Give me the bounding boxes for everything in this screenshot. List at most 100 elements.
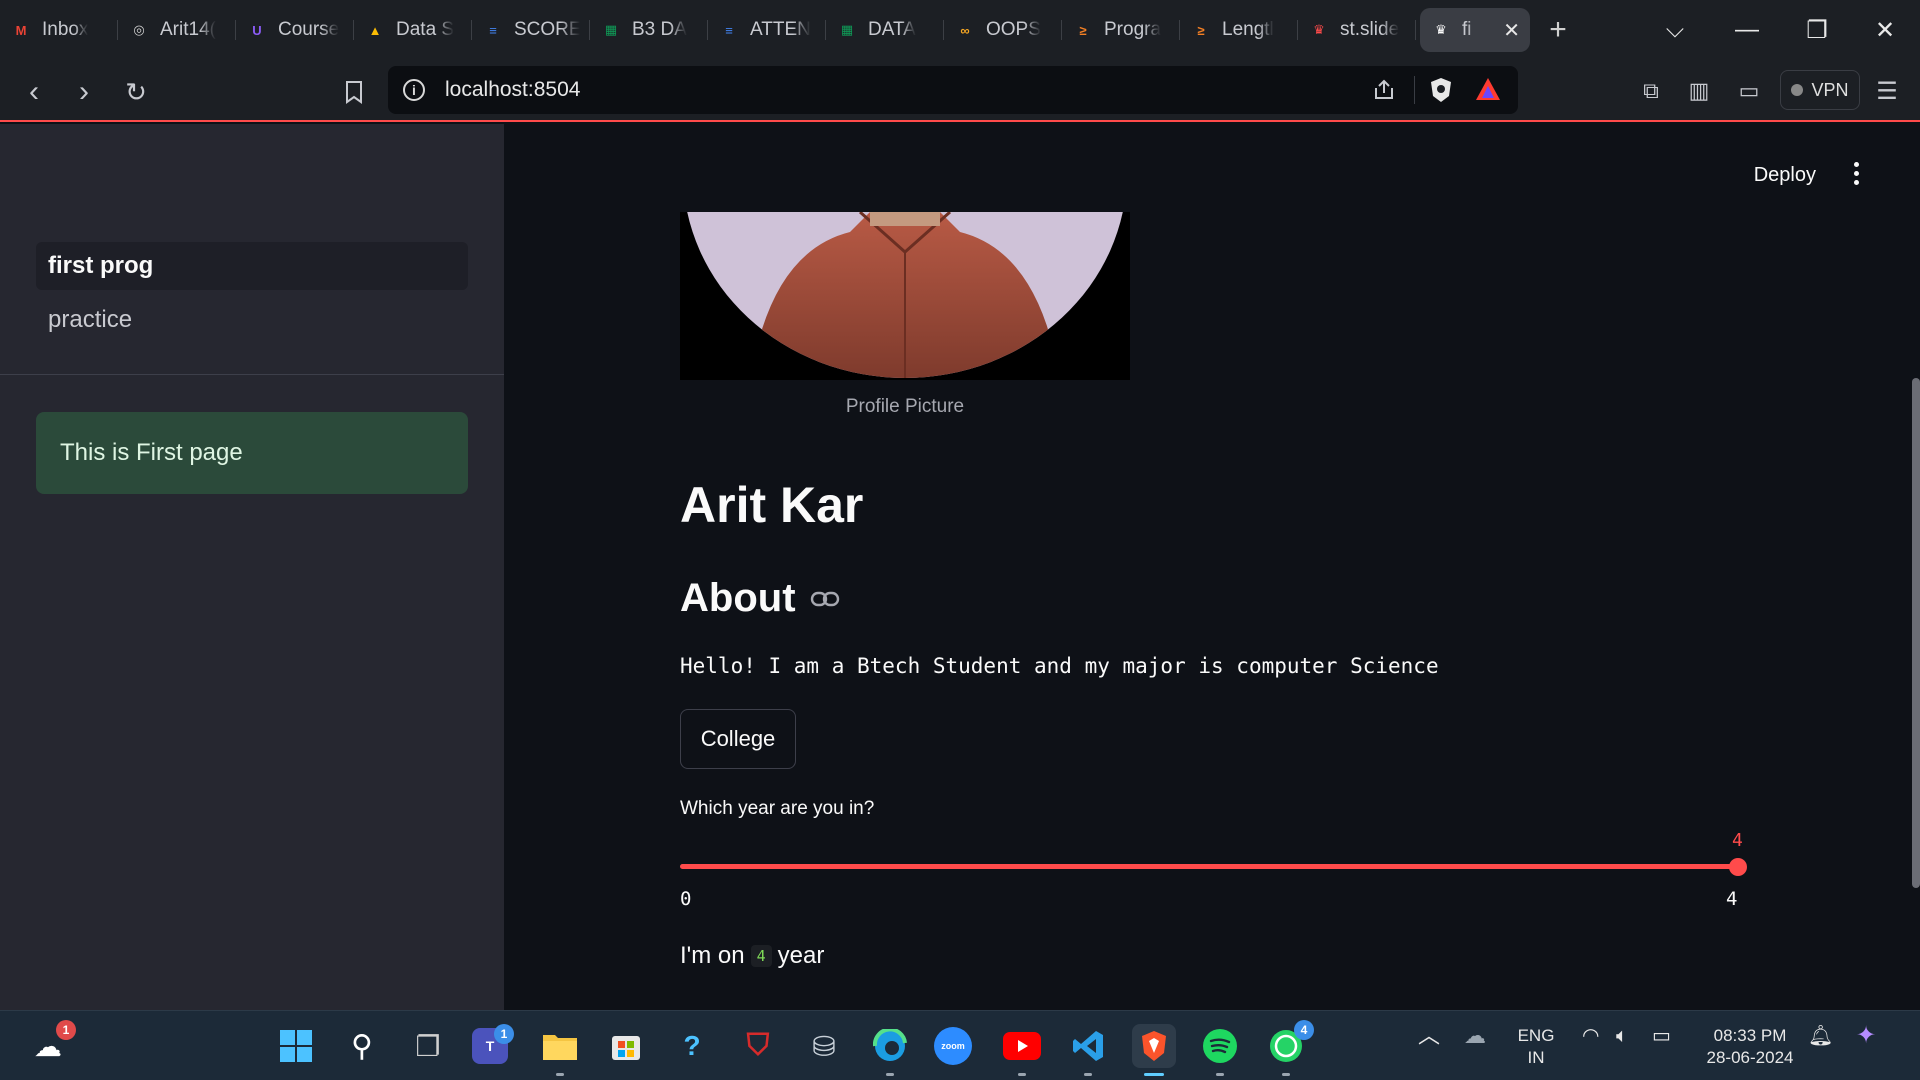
browser-tab[interactable]: ◎ Arit14( xyxy=(118,8,236,52)
input-language-indicator[interactable]: ENG IN xyxy=(1514,1025,1558,1069)
anchor-link-icon[interactable] xyxy=(810,590,840,608)
brave-rewards-icon[interactable] xyxy=(1474,76,1502,107)
windows-logo-icon xyxy=(280,1030,312,1062)
google-docs-icon: ≡ xyxy=(489,22,497,38)
tab-label: Lengtl xyxy=(1222,19,1274,40)
reload-button[interactable]: ↻ xyxy=(118,74,154,110)
url-text[interactable]: localhost:8504 xyxy=(445,78,580,102)
sidebar-toggle-icon[interactable]: ▥ xyxy=(1682,74,1716,108)
youtube-icon[interactable] xyxy=(1000,1024,1044,1076)
year-slider-thumb[interactable] xyxy=(1729,858,1747,876)
whatsapp-icon[interactable]: 4 xyxy=(1264,1020,1314,1076)
main-menu-kebab-icon[interactable] xyxy=(1844,158,1868,188)
brave-shields-icon[interactable] xyxy=(1428,76,1454,109)
volume-icon[interactable]: 🔈︎ xyxy=(1616,1025,1628,1047)
tab-label: Data S xyxy=(396,19,455,40)
slider-label: Which year are you in? xyxy=(680,798,875,819)
start-button[interactable] xyxy=(274,1024,318,1068)
copilot-icon[interactable]: ✦ xyxy=(1856,1024,1876,1048)
microsoft-store-icon[interactable] xyxy=(604,1024,648,1068)
browser-tab-active[interactable]: ♛ fi ✕ xyxy=(1420,8,1530,52)
vpn-button[interactable]: VPN xyxy=(1780,70,1860,110)
browser-tab[interactable]: ≡ SCORE xyxy=(472,8,590,52)
forward-button[interactable]: › xyxy=(66,74,102,110)
result-suffix: year xyxy=(777,942,825,969)
tab-label: OOPS xyxy=(986,19,1041,40)
wifi-icon[interactable]: ◠ xyxy=(1582,1025,1599,1047)
notification-bell-icon[interactable]: 🔔︎ xyxy=(1808,1025,1833,1047)
result-value-code: 4 xyxy=(750,945,772,967)
streamlit-icon: ♛ xyxy=(1435,22,1447,37)
back-button[interactable]: ‹ xyxy=(16,74,52,110)
main-content: Deploy Profile Picture Arit Kar About He… xyxy=(504,124,1920,1010)
weather-widget-icon[interactable]: ☁ 1 xyxy=(26,1020,76,1068)
tab-label: B3 DA xyxy=(632,19,687,40)
file-explorer-running-indicator xyxy=(556,1073,564,1076)
clock-date: 28-06-2024 xyxy=(1706,1048,1794,1067)
wallet-icon[interactable]: ▭ xyxy=(1732,74,1766,108)
browser-tab[interactable]: ≡ ATTEN xyxy=(708,8,826,52)
close-window-button[interactable]: ✕ xyxy=(1850,0,1920,60)
spotify-icon[interactable] xyxy=(1198,1024,1242,1076)
google-sheets-icon: ▦ xyxy=(604,22,618,37)
windows-taskbar: ☁ 1 ⚲ ❐ T 1 ? ⛉ ⛁ zoom 4 ︿ ☁ ENG IN ◠ 🔈︎… xyxy=(0,1010,1920,1080)
college-button[interactable]: College xyxy=(680,709,796,769)
search-icon[interactable]: ⚲ xyxy=(340,1024,384,1068)
teams-badge: 1 xyxy=(494,1024,514,1044)
edge-running-indicator xyxy=(886,1073,894,1076)
zoom-icon[interactable]: zoom xyxy=(934,1027,972,1065)
file-explorer-icon[interactable] xyxy=(538,1024,582,1076)
success-alert-text: This is First page xyxy=(60,439,243,466)
browser-tab[interactable]: ▦ B3 DA xyxy=(590,8,708,52)
course-icon: U xyxy=(252,22,262,38)
about-text: Hello! I am a Btech Student and my major… xyxy=(680,654,1439,678)
whatsapp-badge: 4 xyxy=(1294,1020,1314,1040)
language-code: ENG xyxy=(1517,1026,1555,1045)
share-icon[interactable] xyxy=(1372,78,1396,107)
vscode-icon[interactable] xyxy=(1066,1024,1110,1076)
menu-icon[interactable]: ☰ xyxy=(1870,74,1904,108)
slider-min-label: 0 xyxy=(680,888,692,910)
database-icon[interactable]: ⛁ xyxy=(802,1024,846,1068)
gmail-icon: M xyxy=(15,22,27,38)
onedrive-icon[interactable]: ☁ xyxy=(1464,1025,1486,1047)
page-title: Arit Kar xyxy=(680,477,864,533)
browser-tab[interactable]: ♛ st.slide xyxy=(1298,8,1416,52)
browser-tab[interactable]: ≥ Progra xyxy=(1062,8,1180,52)
brave-browser-icon[interactable] xyxy=(1132,1024,1176,1076)
restore-button[interactable]: ❐ xyxy=(1782,0,1852,60)
sidebar-nav-first-prog[interactable]: first prog xyxy=(36,242,468,290)
browser-tab[interactable]: U Course xyxy=(236,8,354,52)
minimize-button[interactable]: — xyxy=(1712,0,1782,60)
main-scrollbar[interactable] xyxy=(1912,378,1920,888)
browser-tab[interactable]: M Inbox xyxy=(0,8,118,52)
site-info-icon[interactable]: i xyxy=(403,79,425,101)
clock[interactable]: 08:33 PM 28-06-2024 xyxy=(1698,1025,1802,1069)
get-help-icon[interactable]: ? xyxy=(670,1024,714,1068)
bookmark-icon xyxy=(346,81,362,104)
youtube-running-indicator xyxy=(1018,1073,1026,1076)
browser-tab[interactable]: ▲ Data S xyxy=(354,8,472,52)
bookmark-button[interactable] xyxy=(336,74,372,110)
success-alert: This is First page xyxy=(36,412,468,494)
browser-tab[interactable]: ∞ OOPS xyxy=(944,8,1062,52)
task-view-icon[interactable]: ❐ xyxy=(406,1024,450,1068)
close-tab-icon[interactable]: ✕ xyxy=(1503,18,1520,43)
vpn-label: VPN xyxy=(1811,79,1849,100)
teams-icon[interactable]: T 1 xyxy=(472,1024,514,1064)
mcafee-icon[interactable]: ⛉ xyxy=(736,1024,780,1068)
browser-tab[interactable]: ▦ DATA xyxy=(826,8,944,52)
browser-tab[interactable]: ≥ Lengtl xyxy=(1180,8,1298,52)
tab-label: Progra xyxy=(1104,19,1162,40)
deploy-button[interactable]: Deploy xyxy=(1754,164,1816,187)
year-slider-track[interactable] xyxy=(680,864,1738,869)
edge-browser-icon[interactable] xyxy=(868,1024,912,1076)
sidebar-divider xyxy=(0,374,504,375)
address-bar[interactable]: i localhost:8504 xyxy=(388,66,1518,114)
sidebar-nav-practice[interactable]: practice xyxy=(36,296,468,344)
tab-search-chevron-icon[interactable]: ⌵ xyxy=(1640,0,1710,60)
new-tab-button[interactable]: + xyxy=(1530,8,1586,52)
show-hidden-icons-chevron[interactable]: ︿ xyxy=(1418,1025,1440,1047)
extensions-icon[interactable]: ⧉ xyxy=(1634,74,1668,108)
battery-icon[interactable]: ▭ xyxy=(1652,1025,1671,1047)
